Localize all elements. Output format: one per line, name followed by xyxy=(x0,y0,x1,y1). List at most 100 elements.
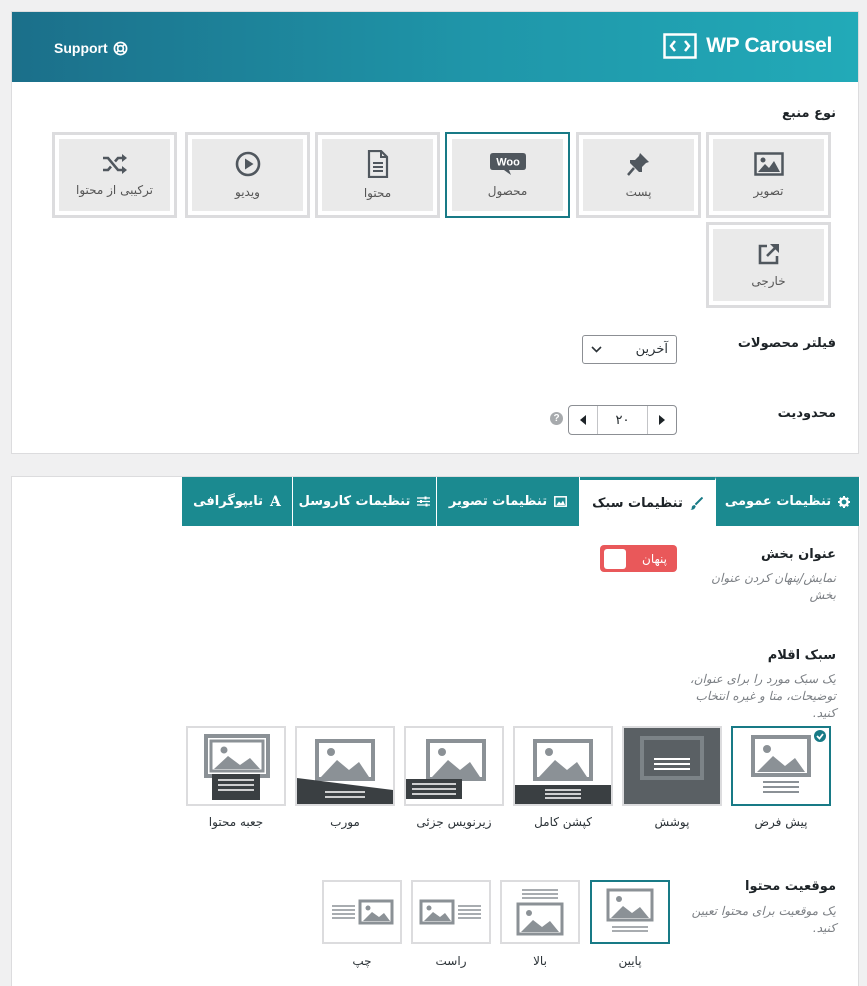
carousel-logo-icon xyxy=(663,33,697,59)
item-style-option-label: پیش فرض xyxy=(754,815,808,829)
tab-label: تنظیمات کاروسل xyxy=(298,494,411,509)
item-style-default[interactable] xyxy=(731,726,831,806)
tab-typography[interactable]: A تایپوگرافی xyxy=(182,477,293,526)
item-style-description: یک سبک مورد را برای عنوان، توضیحات، متا … xyxy=(690,671,836,722)
limit-value[interactable]: ۲۰ xyxy=(597,406,648,434)
item-style-option-label: زیرنویس جزئی xyxy=(416,815,492,829)
tab-label: تنظیمات عمومی xyxy=(724,494,832,509)
source-type-label: پست xyxy=(625,185,652,199)
description-line: بخش xyxy=(809,588,836,602)
source-type-label: محصول xyxy=(487,184,528,198)
description-line: یک سبک مورد را برای عنوان، xyxy=(689,672,836,686)
item-style-option-label: پوشش xyxy=(654,815,690,829)
support-label: Support xyxy=(54,40,108,56)
shuffle-icon xyxy=(102,154,127,174)
woo-badge-text: Woo xyxy=(496,157,520,169)
source-type-label: تصویر xyxy=(753,184,784,198)
source-type-content[interactable]: محتوا xyxy=(315,132,440,218)
tab-image-settings[interactable]: تنظیمات تصویر xyxy=(437,477,580,526)
content-position-left[interactable] xyxy=(322,880,402,944)
diagonal-style-preview xyxy=(297,739,393,804)
content-position-option-label: چپ xyxy=(352,954,372,968)
description-line: کنید. xyxy=(812,921,836,935)
source-type-image[interactable]: تصویر xyxy=(706,132,831,218)
source-type-label: ترکیبی از محتوا xyxy=(75,183,153,197)
description-line: کنید. xyxy=(812,706,836,720)
bottom-position-preview xyxy=(606,888,654,932)
tab-general-settings[interactable]: تنظیمات عمومی xyxy=(716,477,860,526)
description-line: نمایش/پنهان کردن عنوان xyxy=(711,571,836,585)
app-header: Support WP Carousel xyxy=(12,12,858,82)
limit-stepper[interactable]: ۲۰ xyxy=(568,405,677,435)
gear-icon xyxy=(838,495,851,508)
description-line: یک موقعیت برای محتوا تعیین xyxy=(691,904,836,918)
section-title-description: نمایش/پنهان کردن عنوان بخش xyxy=(711,570,836,604)
full-caption-style-preview xyxy=(515,739,611,804)
item-style-option-label: مورب xyxy=(330,815,360,829)
description-line: توضیحات، متا و غیره انتخاب xyxy=(695,689,836,703)
right-position-preview xyxy=(419,899,481,925)
source-type-label: ویدیو xyxy=(235,185,260,199)
woo-icon: Woo xyxy=(489,153,526,175)
tab-label: تنظیمات تصویر xyxy=(448,494,548,509)
settings-panel: تنظیمات عمومی تنظیمات سبک تنظیمات تصویر … xyxy=(11,476,860,986)
play-icon xyxy=(235,151,260,177)
tab-label: تنظیمات سبک xyxy=(592,495,683,511)
left-position-preview xyxy=(332,899,394,925)
item-style-full-caption[interactable] xyxy=(513,726,613,806)
increment-button[interactable] xyxy=(648,406,676,434)
font-icon: A xyxy=(270,493,281,510)
item-style-option-label: جعبه محتوا xyxy=(208,815,264,829)
toggle-label: پنهان xyxy=(642,551,667,566)
source-type-video[interactable]: ویدیو xyxy=(185,132,310,218)
item-style-option-label: کپشن کامل xyxy=(534,815,592,829)
source-type-mixed[interactable]: ترکیبی از محتوا xyxy=(52,132,177,218)
tab-carousel-settings[interactable]: تنظیمات کاروسل xyxy=(293,477,437,526)
support-link[interactable]: Support xyxy=(54,40,128,56)
source-type-label: نوع منبع xyxy=(782,106,836,121)
pin-icon xyxy=(626,153,649,176)
item-style-partial-caption[interactable] xyxy=(404,726,504,806)
chevron-down-icon xyxy=(591,346,602,353)
content-position-description: یک موقعیت برای محتوا تعیین کنید. xyxy=(692,903,836,937)
sliders-icon xyxy=(417,496,431,507)
default-style-preview xyxy=(751,730,826,793)
limit-label: محدودیت xyxy=(777,406,836,421)
partial-caption-style-preview xyxy=(406,739,486,799)
lifebuoy-icon xyxy=(113,41,128,55)
tab-style-settings[interactable]: تنظیمات سبک xyxy=(580,477,716,526)
source-type-label: خارجی xyxy=(751,274,786,288)
content-box-style-preview xyxy=(204,734,270,800)
source-type-post[interactable]: پست xyxy=(576,132,701,218)
source-type-product[interactable]: Woo محصول xyxy=(445,132,570,218)
item-style-content-box[interactable] xyxy=(186,726,286,806)
section-title-label: عنوان بخش xyxy=(760,547,836,562)
content-position-label: موقعیت محتوا xyxy=(745,879,836,894)
item-style-overlay[interactable] xyxy=(622,726,722,806)
product-filter-select[interactable]: آخرین xyxy=(582,335,677,364)
overlay-style-preview xyxy=(624,728,720,804)
document-icon xyxy=(367,150,388,178)
source-type-external[interactable]: خارجی xyxy=(706,222,831,308)
content-position-option-label: پایین xyxy=(618,954,642,968)
source-type-label: محتوا xyxy=(363,186,392,200)
external-link-icon xyxy=(758,244,779,265)
brush-icon xyxy=(690,496,703,510)
image-icon xyxy=(753,152,784,176)
decrement-button[interactable] xyxy=(569,406,597,434)
content-position-option-label: بالا xyxy=(533,954,547,968)
content-position-bottom[interactable] xyxy=(590,880,670,944)
section-title-toggle[interactable]: پنهان xyxy=(600,545,677,572)
app-logo: WP Carousel xyxy=(663,33,832,59)
content-position-right[interactable] xyxy=(411,880,491,944)
content-position-top[interactable] xyxy=(500,880,580,944)
source-panel: Support WP Carousel نوع منبع تصویر پست W… xyxy=(11,11,859,454)
item-style-diagonal[interactable] xyxy=(295,726,395,806)
image-icon xyxy=(554,496,568,507)
content-position-option-label: راست xyxy=(435,954,467,968)
product-filter-value: آخرین xyxy=(635,342,668,357)
product-filter-label: فیلتر محصولات xyxy=(737,336,836,351)
top-position-preview xyxy=(516,889,564,936)
help-icon[interactable]: ? xyxy=(550,412,563,425)
logo-text: WP Carousel xyxy=(706,34,832,57)
